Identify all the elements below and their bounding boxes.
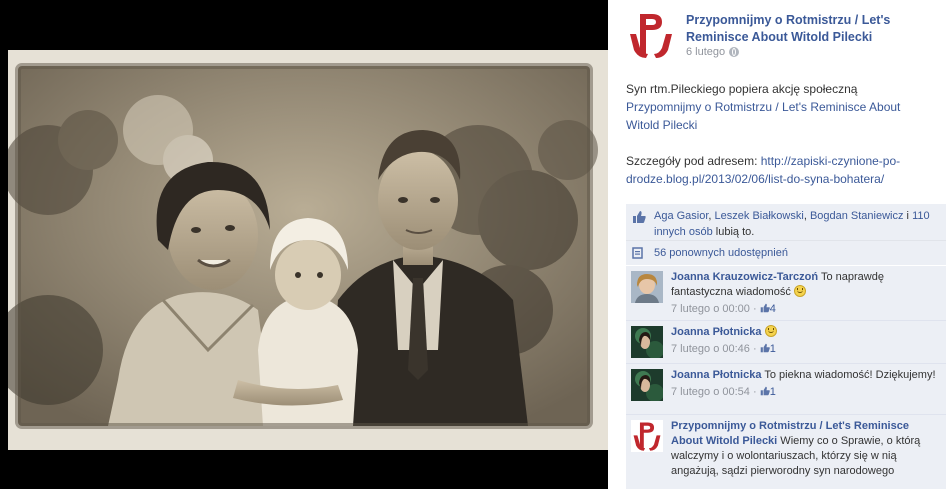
liker-link[interactable]: Bogdan Staniewicz <box>810 210 904 222</box>
comment-author[interactable]: Joanna Płotnicka <box>671 369 761 381</box>
sepia-family-photo <box>8 50 608 450</box>
comment: Przypomnijmy o Rotmistrzu / Let's Remini… <box>626 415 946 489</box>
meta-separator: · <box>749 343 760 355</box>
post-text-line: Syn rtm.Pileckiego popiera akcję społecz… <box>626 82 858 96</box>
tagged-page-link[interactable]: Przypomnijmy o Rotmistrzu / Let's Remini… <box>626 100 900 132</box>
smile-icon <box>764 325 777 337</box>
share-icon <box>632 247 643 259</box>
comment-like-count[interactable]: 1 <box>770 343 776 355</box>
comment-time[interactable]: 7 lutego o 00:00 <box>671 303 750 315</box>
polska-walczaca-anchor-icon[interactable] <box>631 420 663 452</box>
comment: Joanna Płotnicka 7 lutego o 00:46 · 1 <box>626 321 946 363</box>
post-body: Syn rtm.Pileckiego popiera akcję społecz… <box>626 80 936 188</box>
shares-count[interactable]: 56 ponownych udostępnień <box>654 241 788 265</box>
thumbs-up-icon <box>760 343 770 353</box>
comment: Joanna Krauzowicz-Tarczoń To naprawdę fa… <box>626 266 946 320</box>
photo-viewer <box>0 0 608 489</box>
comment-like-count[interactable]: 1 <box>770 386 776 398</box>
comment-time[interactable]: 7 lutego o 00:54 <box>671 386 750 398</box>
avatar[interactable] <box>631 369 663 401</box>
comment-author[interactable]: Joanna Krauzowicz-Tarczoń <box>671 271 818 283</box>
comment-author[interactable]: Joanna Płotnicka <box>671 326 761 338</box>
shares-summary[interactable]: 56 ponownych udostępnień <box>626 241 946 265</box>
comment-like-count[interactable]: 4 <box>770 303 776 315</box>
avatar[interactable] <box>631 326 663 358</box>
polska-walczaca-anchor-icon[interactable] <box>626 10 676 60</box>
page-name-link[interactable]: Przypomnijmy o Rotmistrzu / Let's Remini… <box>686 12 936 46</box>
details-label: Szczegóły pod adresem: <box>626 154 758 168</box>
comment-text: To piekna wiadomość! Dziękujemy! <box>761 369 936 381</box>
likes-and: i <box>903 210 913 222</box>
photo[interactable] <box>8 50 608 450</box>
liker-link[interactable]: Leszek Białkowski <box>715 210 804 222</box>
comment-time[interactable]: 7 lutego o 00:46 <box>671 343 750 355</box>
thumbs-up-icon <box>760 303 770 313</box>
post-sidebar: Przypomnijmy o Rotmistrzu / Let's Remini… <box>608 0 952 489</box>
globe-icon[interactable] <box>729 47 740 57</box>
post-date-text[interactable]: 6 lutego <box>686 46 725 58</box>
thumbs-up-icon <box>633 211 646 223</box>
likes-summary: Aga Gasior, Leszek Białkowski, Bogdan St… <box>626 204 946 241</box>
comment: Joanna Płotnicka To piekna wiadomość! Dz… <box>626 364 946 414</box>
thumbs-up-icon <box>760 386 770 396</box>
meta-separator: · <box>749 303 760 315</box>
likes-suffix: lubią to. <box>712 226 755 238</box>
comment-text <box>761 326 764 338</box>
smile-icon <box>793 285 806 297</box>
avatar[interactable] <box>631 271 663 303</box>
liker-link[interactable]: Aga Gasior <box>654 210 708 222</box>
post-date: 6 lutego <box>686 46 740 58</box>
meta-separator: · <box>749 386 760 398</box>
